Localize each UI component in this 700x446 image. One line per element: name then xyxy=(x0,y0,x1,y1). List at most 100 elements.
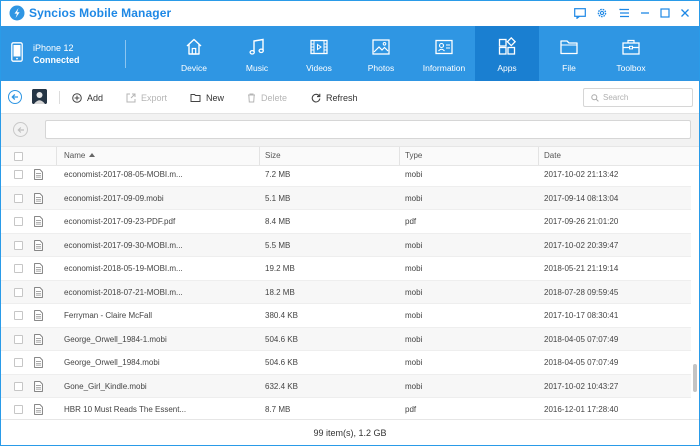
nav-tab-label: Apps xyxy=(497,63,517,73)
nav-tab-apps[interactable]: Apps xyxy=(475,26,539,81)
row-checkbox[interactable] xyxy=(14,170,23,179)
export-icon xyxy=(126,93,136,103)
search-box[interactable] xyxy=(583,88,693,107)
document-icon xyxy=(34,169,43,180)
delete-button[interactable]: Delete xyxy=(247,91,287,105)
cell-size: 5.5 MB xyxy=(265,240,291,250)
message-icon[interactable] xyxy=(571,4,589,22)
column-header-date[interactable]: Date xyxy=(544,147,561,165)
cell-type: mobi xyxy=(405,240,423,250)
nav-divider xyxy=(125,40,126,68)
add-button[interactable]: Add xyxy=(72,91,103,105)
device-panel[interactable]: iPhone 12 Connected xyxy=(1,26,125,81)
nav-tab-label: Photos xyxy=(367,63,395,73)
scrollbar-thumb[interactable] xyxy=(693,364,697,392)
row-checkbox[interactable] xyxy=(14,311,23,320)
row-checkbox[interactable] xyxy=(14,358,23,367)
cell-name: economist-2017-09-09.mobi xyxy=(64,193,164,203)
refresh-label: Refresh xyxy=(326,93,358,103)
app-window: Syncios Mobile Manager iPhone 12 Connect… xyxy=(0,0,700,446)
folder-icon xyxy=(559,37,579,57)
cell-date: 2017-10-02 10:43:27 xyxy=(544,381,619,391)
row-checkbox[interactable] xyxy=(14,217,23,226)
document-icon xyxy=(34,216,43,227)
close-icon[interactable] xyxy=(676,4,694,22)
new-folder-button[interactable]: New xyxy=(190,91,224,105)
table-row[interactable]: economist-2017-09-30-MOBI.m... 5.5 MB mobi… xyxy=(1,233,691,257)
name-header-label: Name xyxy=(64,151,86,160)
table-row[interactable]: economist-2018-07-21-MOBI.m... 18.2 MB mob… xyxy=(1,280,691,304)
nav-tab-photos[interactable]: Photos xyxy=(349,26,413,81)
arrow-left-icon xyxy=(16,126,24,133)
syncios-logo-icon xyxy=(9,5,25,21)
row-checkbox[interactable] xyxy=(14,381,23,391)
cell-size: 18.2 MB xyxy=(265,287,295,297)
row-checkbox[interactable] xyxy=(14,264,23,273)
document-icon xyxy=(34,286,43,298)
document-icon xyxy=(34,263,43,274)
search-input[interactable] xyxy=(603,93,689,102)
cell-type: mobi xyxy=(405,193,423,203)
nav-tab-music[interactable]: Music xyxy=(225,26,289,81)
minimize-icon[interactable] xyxy=(636,4,654,22)
trash-icon xyxy=(248,93,255,103)
back-button[interactable] xyxy=(8,90,22,104)
nav-tab-label: File xyxy=(562,63,576,73)
row-checkbox[interactable] xyxy=(14,240,23,250)
table-row[interactable]: economist-2017-09-23-PDF.pdf 8.4 MB pdf 201… xyxy=(1,210,691,234)
table-row[interactable]: economist-2017-08-05-MOBI.m... 7.2 MB mobi… xyxy=(1,166,691,187)
nav-tab-label: Music xyxy=(245,63,269,73)
nav-tab-videos[interactable]: Videos xyxy=(287,26,351,81)
table-row[interactable]: HBR 10 Must Reads The Essent... 8.7 MB pdf… xyxy=(1,398,691,418)
arrow-left-icon xyxy=(11,94,18,100)
cell-type: mobi xyxy=(405,381,423,391)
document-icon xyxy=(34,310,43,321)
app-title: Syncios Mobile Manager xyxy=(29,6,172,20)
table-row[interactable]: Ferryman - Claire McFall 380.4 KB mobi 2017… xyxy=(1,304,691,328)
menu-icon[interactable] xyxy=(615,4,633,22)
gear-icon[interactable] xyxy=(593,4,611,22)
cell-date: 2018-04-05 07:07:49 xyxy=(544,334,619,344)
cell-date: 2017-10-02 21:13:42 xyxy=(544,170,619,179)
device-name: iPhone 12 xyxy=(33,43,74,53)
row-checkbox[interactable] xyxy=(14,193,23,203)
title-bar: Syncios Mobile Manager xyxy=(1,1,699,26)
path-back-button[interactable] xyxy=(13,122,28,137)
table-row[interactable]: George_Orwell_1984.mobi 504.6 KB mobi 2018-… xyxy=(1,351,691,375)
cell-size: 380.4 KB xyxy=(265,311,298,320)
path-field[interactable] xyxy=(45,120,691,139)
table-row[interactable]: George_Orwell_1984-1.mobi 504.6 KB mobi 201… xyxy=(1,327,691,351)
cell-size: 5.1 MB xyxy=(265,193,291,203)
music-note-icon xyxy=(247,37,267,57)
image-icon xyxy=(371,37,391,57)
export-button[interactable]: Export xyxy=(126,91,167,105)
maximize-icon[interactable] xyxy=(656,4,674,22)
vertical-scrollbar[interactable] xyxy=(691,166,699,418)
column-header-type[interactable]: Type xyxy=(405,147,422,165)
nav-tab-label: Information xyxy=(422,63,466,73)
row-checkbox[interactable] xyxy=(14,334,23,344)
cell-date: 2017-10-02 20:39:47 xyxy=(544,240,619,250)
cell-type: pdf xyxy=(405,405,417,414)
nav-tab-device[interactable]: Device xyxy=(162,26,226,81)
table-row[interactable]: economist-2017-09-09.mobi 5.1 MB mobi 2017-… xyxy=(1,186,691,210)
table-row[interactable]: economist-2018-05-19-MOBI.m... 19.2 MB mob… xyxy=(1,257,691,281)
cell-name: economist-2017-08-05-MOBI.m... xyxy=(64,170,183,179)
row-checkbox[interactable] xyxy=(14,287,23,297)
cell-name: economist-2017-09-30-MOBI.m... xyxy=(64,240,183,250)
cell-date: 2018-05-21 21:19:14 xyxy=(544,264,619,273)
cell-size: 19.2 MB xyxy=(265,264,295,273)
nav-tab-file[interactable]: File xyxy=(537,26,601,81)
column-header-name[interactable]: Name xyxy=(64,147,96,165)
cell-type: mobi xyxy=(405,287,423,297)
document-icon xyxy=(34,239,43,251)
cell-type: mobi xyxy=(405,264,423,273)
select-all-checkbox[interactable] xyxy=(14,152,23,161)
nav-tab-information[interactable]: Information xyxy=(412,26,476,81)
table-row[interactable]: Gone_Girl_Kindle.mobi 632.4 KB mobi 2017-10… xyxy=(1,374,691,398)
column-header-size[interactable]: Size xyxy=(265,147,281,165)
path-bar xyxy=(1,114,699,146)
row-checkbox[interactable] xyxy=(14,405,23,414)
refresh-button[interactable]: Refresh xyxy=(311,91,358,105)
nav-tab-toolbox[interactable]: Toolbox xyxy=(599,26,663,81)
